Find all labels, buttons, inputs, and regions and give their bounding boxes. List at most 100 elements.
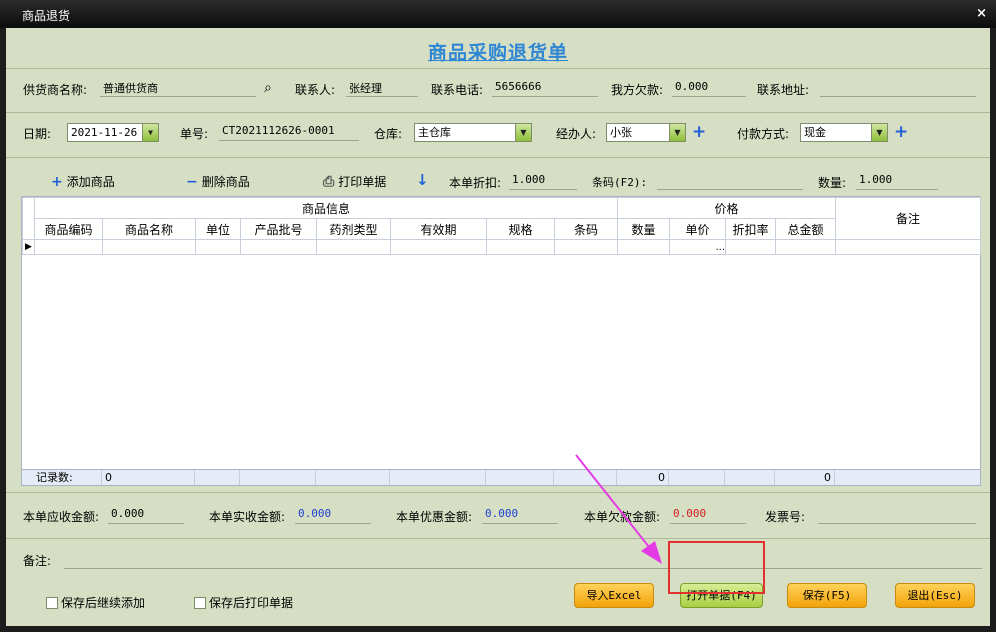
received-field[interactable]: 0.000 (295, 507, 371, 524)
remark-label: 备注: (23, 554, 52, 568)
import-excel-button[interactable]: 导入Excel (574, 583, 654, 608)
column-header[interactable]: 数量 (617, 218, 671, 240)
close-icon[interactable]: × (976, 6, 987, 21)
phone-label: 联系电话: (431, 83, 484, 97)
add-handler-icon[interactable]: + (692, 124, 706, 141)
column-header[interactable]: 有效期 (390, 218, 487, 240)
debt-field[interactable]: 0.000 (672, 80, 746, 97)
group-header-price: 价格 (617, 197, 837, 219)
chevron-down-icon[interactable]: ▼ (142, 124, 158, 141)
group-header-info: 商品信息 (33, 197, 619, 219)
table-row[interactable]: ▶ ... (22, 239, 982, 255)
chevron-down-icon[interactable]: ▼ (515, 124, 531, 141)
invoice-label: 发票号: (765, 510, 806, 524)
column-header[interactable]: 单价 (669, 218, 727, 240)
address-field[interactable] (820, 80, 976, 97)
supplier-field[interactable]: 普通供货商 (100, 80, 256, 97)
remark-field[interactable] (64, 553, 982, 569)
table-cell[interactable] (102, 239, 196, 255)
quantity-field[interactable]: 1.000 (856, 173, 938, 190)
amount-total: 0 (775, 470, 835, 485)
divider (6, 492, 990, 493)
date-label: 日期: (23, 127, 52, 141)
table-cell[interactable] (725, 239, 777, 255)
debt-label: 我方欠款: (611, 83, 664, 97)
checkbox-icon (46, 597, 58, 609)
delete-product-button[interactable]: − 删除商品 (186, 173, 250, 190)
divider (6, 112, 990, 113)
barcode-field[interactable] (657, 173, 803, 190)
supplier-label: 供货商名称: (23, 83, 88, 97)
table-cell[interactable] (316, 239, 391, 255)
column-header[interactable]: 单位 (195, 218, 241, 240)
chevron-down-icon[interactable]: ▼ (871, 124, 887, 141)
discount-field[interactable]: 1.000 (509, 173, 577, 190)
contact-label: 联系人: (295, 83, 336, 97)
column-header[interactable]: 产品批号 (240, 218, 317, 240)
phone-field[interactable]: 5656666 (492, 80, 598, 97)
owed-label: 本单欠款金额: (584, 510, 661, 524)
column-header[interactable]: 总金额 (775, 218, 837, 240)
save-button[interactable]: 保存(F5) (787, 583, 867, 608)
divider (6, 68, 990, 69)
title-bar: 商品退货 × (0, 0, 996, 28)
column-header[interactable]: 药剂类型 (316, 218, 391, 240)
add-payment-icon[interactable]: + (894, 124, 908, 141)
plus-icon: + (51, 174, 63, 190)
continue-add-checkbox[interactable]: 保存后继续添加 (46, 594, 145, 611)
receivable-label: 本单应收金额: (23, 510, 100, 524)
warehouse-label: 仓库: (374, 127, 403, 141)
warehouse-select[interactable]: 主仓库 ▼ (414, 123, 532, 142)
column-header[interactable]: 规格 (486, 218, 555, 240)
column-header[interactable]: 商品名称 (102, 218, 196, 240)
print-button[interactable]: ⎙ 打印单据 (323, 173, 386, 190)
exit-button[interactable]: 退出(Esc) (895, 583, 975, 608)
contact-field[interactable]: 张经理 (346, 80, 418, 97)
order-no-field[interactable]: CT2021112626-0001 (219, 124, 359, 141)
record-count: 0 (102, 470, 195, 485)
record-count-label: 记录数: (22, 470, 102, 485)
discount-amount-field[interactable]: 0.000 (482, 507, 558, 524)
address-label: 联系地址: (757, 83, 810, 97)
date-picker[interactable]: 2021-11-26 ▼ (67, 123, 159, 142)
table-cell[interactable] (195, 239, 241, 255)
table-cell[interactable] (240, 239, 317, 255)
highlight-box (668, 541, 765, 594)
table-cell[interactable] (775, 239, 837, 255)
price-picker-button[interactable]: ... (669, 239, 727, 255)
table-cell[interactable] (390, 239, 487, 255)
table-cell[interactable] (835, 239, 982, 255)
invoice-field[interactable] (818, 507, 976, 524)
handler-select[interactable]: 小张 ▼ (606, 123, 686, 142)
product-grid[interactable]: 商品信息 价格 备注 商品编码 商品名称 单位 产品批号 药剂类型 有效期 规格… (21, 196, 982, 486)
receivable-field[interactable]: 0.000 (108, 507, 184, 524)
quantity-total: 0 (617, 470, 669, 485)
grid-table: 商品信息 价格 备注 商品编码 商品名称 单位 产品批号 药剂类型 有效期 规格… (22, 197, 982, 255)
received-label: 本单实收金额: (209, 510, 286, 524)
table-cell[interactable] (617, 239, 671, 255)
order-no-label: 单号: (180, 127, 209, 141)
return-form: 商品采购退货单 供货商名称: 普通供货商 ⌕ 联系人: 张经理 联系电话: 56… (6, 28, 990, 626)
row-header-corner (22, 197, 35, 240)
table-cell[interactable] (34, 239, 103, 255)
column-header[interactable]: 商品编码 (34, 218, 103, 240)
column-header-remark[interactable]: 备注 (835, 197, 982, 240)
print-after-save-checkbox[interactable]: 保存后打印单据 (194, 594, 293, 611)
binoculars-icon[interactable]: ⌕ (264, 80, 272, 96)
column-header[interactable]: 折扣率 (725, 218, 777, 240)
handler-label: 经办人: (556, 127, 597, 141)
divider (6, 157, 990, 158)
payment-select[interactable]: 现金 ▼ (800, 123, 888, 142)
table-cell[interactable] (486, 239, 555, 255)
chevron-down-icon[interactable]: ▼ (669, 124, 685, 141)
owed-field[interactable]: 0.000 (670, 507, 746, 524)
discount-amount-label: 本单优惠金额: (396, 510, 473, 524)
add-product-button[interactable]: + 添加商品 (51, 173, 115, 190)
page-title: 商品采购退货单 (427, 42, 568, 64)
summary-row: 记录数: 0 0 0 (22, 469, 980, 485)
column-header[interactable]: 条码 (553, 218, 619, 240)
printer-icon: ⎙ (323, 174, 335, 190)
table-cell[interactable] (553, 239, 619, 255)
arrow-down-icon[interactable]: ↓ (416, 171, 429, 189)
divider (6, 538, 990, 539)
